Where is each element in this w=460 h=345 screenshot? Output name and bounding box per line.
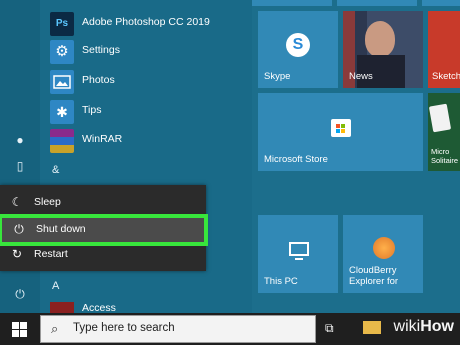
tile-news[interactable]: News [343,11,423,88]
lightbulb-icon: ✱ [50,100,74,124]
task-view-icon[interactable]: ⧉ [325,321,339,335]
restart-icon: ↻ [11,247,23,261]
app-label: Adobe Photoshop CC 2019 [82,16,210,28]
section-header-ampersand[interactable]: & [52,164,59,176]
tile-top-right[interactable] [422,0,460,6]
news-face [365,21,395,57]
store-bag-icon [331,119,351,137]
file-explorer-icon[interactable] [363,321,381,334]
tile-label: This PC [264,276,298,287]
winrar-icon [50,129,74,153]
app-label: WinRAR [82,133,123,145]
restart-label: Restart [34,248,68,260]
tile-label: Microsoft Store [264,154,328,165]
cloudberry-icon [373,237,395,259]
app-photoshop[interactable]: Ps Adobe Photoshop CC 2019 [50,10,250,38]
monitor-icon [289,242,309,256]
sleep-option[interactable]: ☾ Sleep [0,191,206,215]
document-icon[interactable]: ▯ [13,159,27,173]
tile-this-pc[interactable]: This PC [258,215,338,293]
app-settings[interactable]: ⚙ Settings [50,38,250,66]
tile-skype[interactable]: S Skype [258,11,338,88]
moon-icon: ☾ [11,195,23,209]
tile-label: CloudBerry Explorer for [349,265,399,287]
photoshop-icon: Ps [50,12,74,36]
wikihow-watermark: wikiHow [394,318,454,336]
tile-area: S Skype News Sketch Microsoft Store Micr… [252,0,460,313]
search-placeholder: Type here to search [73,322,175,334]
user-avatar-icon[interactable]: ● [13,133,27,147]
watermark-wiki: wiki [393,318,421,335]
card-icon [428,103,452,133]
tile-microsoft-store[interactable]: Microsoft Store [258,93,423,171]
app-tips[interactable]: ✱ Tips [50,98,250,126]
app-label: Tips [82,104,102,116]
tile-label: Sketch [432,71,460,82]
tile-cloudberry[interactable]: CloudBerry Explorer for [343,215,423,293]
shutdown-label: Shut down [36,223,86,235]
app-photos[interactable]: Photos [50,68,250,96]
tile-solitaire[interactable]: Micro Solitaire [428,93,460,171]
watermark-how: How [420,318,454,335]
tile-label: Micro Solitaire [431,147,459,165]
skype-icon: S [286,33,310,57]
sleep-label: Sleep [34,196,61,208]
access-icon [50,302,74,313]
gear-icon: ⚙ [50,40,74,64]
power-menu: ☾ Sleep ⏻ Shut down ↻ Restart [0,185,208,271]
app-label: Settings [82,44,120,56]
photos-icon [50,70,74,94]
section-header-a[interactable]: A [52,280,59,292]
tile-top-mid[interactable] [337,0,417,6]
windows-start-icon[interactable] [12,322,27,337]
app-winrar[interactable]: WinRAR [50,127,250,155]
restart-option[interactable]: ↻ Restart [0,243,206,267]
app-label: Photos [82,74,115,86]
shutdown-option[interactable]: ⏻ Shut down [0,214,208,246]
search-box[interactable]: ⌕ Type here to search [40,315,316,343]
tile-top-left[interactable] [252,0,332,6]
power-icon: ⏻ [14,222,24,236]
power-icon[interactable]: ⏻ [13,287,27,301]
tile-sketch[interactable]: Sketch [428,11,460,88]
tile-label: Skype [264,71,291,82]
search-icon: ⌕ [51,321,59,336]
tile-label: News [349,71,373,82]
